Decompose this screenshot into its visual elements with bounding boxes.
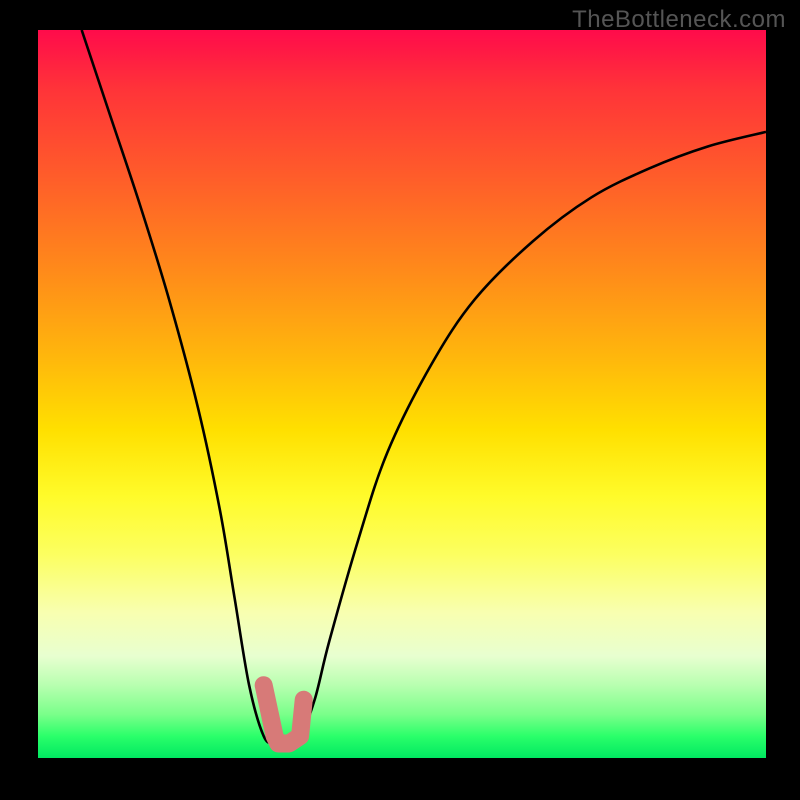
watermark-text: TheBottleneck.com bbox=[572, 6, 786, 34]
curve-path bbox=[82, 30, 766, 744]
highlight-marker bbox=[264, 685, 304, 743]
bottleneck-curve bbox=[38, 30, 766, 758]
chart-plot-area bbox=[38, 30, 766, 758]
